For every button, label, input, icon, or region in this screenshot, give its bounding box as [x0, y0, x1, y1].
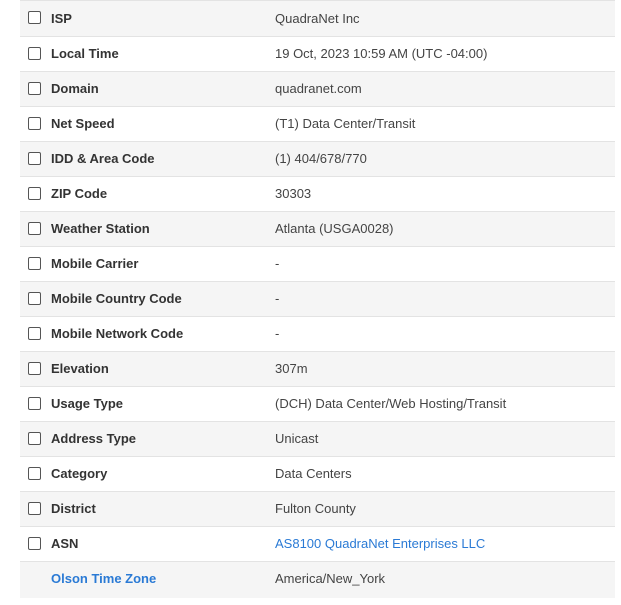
table-row-mobile-country-code: Mobile Country Code - [20, 282, 615, 317]
row-label: Mobile Carrier [51, 256, 139, 271]
row-label: Domain [51, 81, 99, 96]
table-row-local-time: Local Time 19 Oct, 2023 10:59 AM (UTC -0… [20, 37, 615, 72]
ip-details-table: ISP QuadraNet Inc Local Time 19 Oct, 202… [20, 0, 615, 598]
row-value: - [275, 291, 280, 306]
table-row-isp: ISP QuadraNet Inc [20, 0, 615, 37]
checkbox-isp[interactable] [28, 11, 41, 24]
row-label: Category [51, 466, 108, 481]
table-row-elevation: Elevation 307m [20, 352, 615, 387]
table-row-idd-area-code: IDD & Area Code (1) 404/678/770 [20, 142, 615, 177]
table-row-olson-time-zone: Olson Time Zone America/New_York [20, 562, 615, 598]
table-row-domain: Domain quadranet.com [20, 72, 615, 107]
row-label: IDD & Area Code [51, 151, 155, 166]
row-label: Net Speed [51, 116, 115, 131]
table-row-category: Category Data Centers [20, 457, 615, 492]
checkbox-usage-type[interactable] [28, 397, 41, 410]
row-value: Data Centers [275, 466, 352, 481]
row-value: Fulton County [275, 501, 356, 516]
row-value: (DCH) Data Center/Web Hosting/Transit [275, 396, 507, 411]
table-row-usage-type: Usage Type (DCH) Data Center/Web Hosting… [20, 387, 615, 422]
checkbox-mobile-carrier[interactable] [28, 257, 41, 270]
row-value: (1) 404/678/770 [275, 151, 367, 166]
checkbox-mobile-country-code[interactable] [28, 292, 41, 305]
checkbox-mobile-network-code[interactable] [28, 327, 41, 340]
row-label: Mobile Country Code [51, 291, 182, 306]
table-row-zip-code: ZIP Code 30303 [20, 177, 615, 212]
checkbox-district[interactable] [28, 502, 41, 515]
table-row-mobile-carrier: Mobile Carrier - [20, 247, 615, 282]
checkbox-idd-area-code[interactable] [28, 152, 41, 165]
row-label: Weather Station [51, 221, 150, 236]
row-label: Local Time [51, 46, 119, 61]
row-value: 30303 [275, 186, 312, 201]
row-value: Atlanta (USGA0028) [275, 221, 394, 236]
checkbox-local-time[interactable] [28, 47, 41, 60]
row-label: District [51, 501, 96, 516]
checkbox-domain[interactable] [28, 82, 41, 95]
checkbox-net-speed[interactable] [28, 117, 41, 130]
row-value: quadranet.com [275, 81, 362, 96]
checkbox-weather-station[interactable] [28, 222, 41, 235]
table-row-asn: ASN AS8100 QuadraNet Enterprises LLC [20, 527, 615, 562]
table-row-net-speed: Net Speed (T1) Data Center/Transit [20, 107, 615, 142]
row-value: 307m [275, 361, 308, 376]
row-value: 19 Oct, 2023 10:59 AM (UTC -04:00) [275, 46, 488, 61]
checkbox-category[interactable] [28, 467, 41, 480]
asn-link[interactable]: AS8100 QuadraNet Enterprises LLC [275, 527, 485, 561]
row-value: - [275, 256, 280, 271]
checkbox-zip-code[interactable] [28, 187, 41, 200]
table-row-district: District Fulton County [20, 492, 615, 527]
row-value: America/New_York [275, 571, 386, 586]
row-label: ISP [51, 11, 72, 26]
row-label: Mobile Network Code [51, 326, 184, 341]
table-row-weather-station: Weather Station Atlanta (USGA0028) [20, 212, 615, 247]
olson-time-zone-link[interactable]: Olson Time Zone [51, 562, 156, 596]
checkbox-elevation[interactable] [28, 362, 41, 375]
row-value: QuadraNet Inc [275, 11, 360, 26]
table-row-mobile-network-code: Mobile Network Code - [20, 317, 615, 352]
checkbox-address-type[interactable] [28, 432, 41, 445]
row-label: Address Type [51, 431, 137, 446]
table-row-address-type: Address Type Unicast [20, 422, 615, 457]
row-label: ASN [51, 536, 79, 551]
row-label: Elevation [51, 361, 109, 376]
row-value: (T1) Data Center/Transit [275, 116, 416, 131]
row-value: Unicast [275, 431, 319, 446]
row-label: Usage Type [51, 396, 124, 411]
row-label: ZIP Code [51, 186, 108, 201]
checkbox-asn[interactable] [28, 537, 41, 550]
row-value: - [275, 326, 280, 341]
